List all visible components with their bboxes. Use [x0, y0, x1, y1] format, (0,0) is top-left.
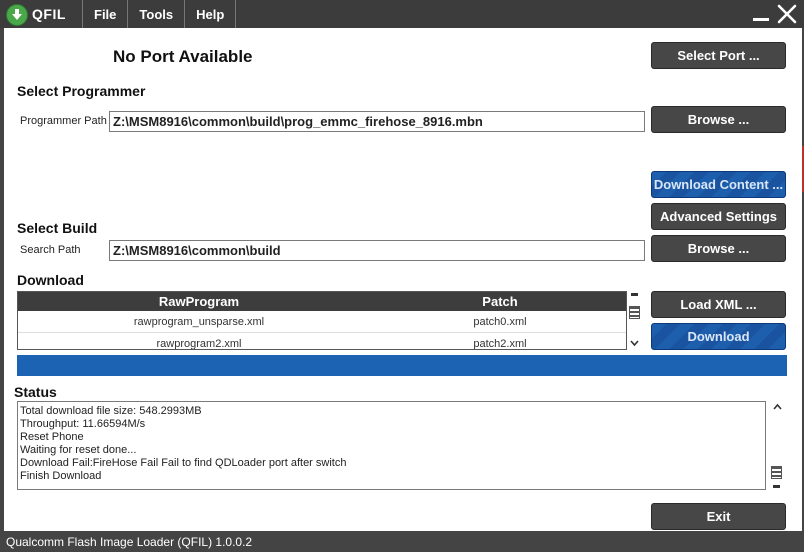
status-scroll-up-icon[interactable]: [773, 403, 782, 410]
programmer-path-label: Programmer Path: [20, 115, 107, 127]
download-button[interactable]: Download: [651, 323, 786, 350]
download-title: Download: [17, 272, 84, 288]
menu-tools[interactable]: Tools: [127, 0, 184, 28]
patch-cell: patch0.xml: [473, 316, 527, 328]
advanced-settings-button[interactable]: Advanced Settings: [651, 203, 786, 230]
menu-bar: File Tools Help: [82, 0, 237, 28]
search-path-input[interactable]: [109, 240, 645, 261]
column-header-patch: Patch: [482, 294, 518, 309]
table-header: RawProgram Patch: [18, 292, 626, 311]
qfil-download-arrow-icon: [6, 4, 28, 26]
search-path-label: Search Path: [20, 244, 81, 256]
download-table[interactable]: RawProgram Patch rawprogram_unsparse.xml…: [17, 291, 627, 350]
menu-file[interactable]: File: [82, 0, 127, 28]
load-xml-button[interactable]: Load XML ...: [651, 291, 786, 318]
status-scroll-down-icon[interactable]: [773, 485, 780, 488]
programmer-path-input[interactable]: [109, 111, 645, 132]
table-scroll-thumb-icon[interactable]: [629, 306, 640, 319]
close-icon[interactable]: [776, 3, 798, 25]
status-title: Status: [14, 384, 57, 400]
patch-cell: patch2.xml: [473, 338, 527, 350]
main-window: No Port Available Select Port ... Select…: [4, 28, 802, 531]
table-scroll-up-icon[interactable]: [631, 293, 638, 296]
minimize-icon[interactable]: [750, 3, 772, 25]
table-scroll-down-icon[interactable]: [630, 340, 639, 347]
status-line: Reset Phone: [20, 431, 84, 443]
build-browse-button[interactable]: Browse ...: [651, 235, 786, 262]
port-status-title: No Port Available: [113, 47, 253, 66]
status-bar: Qualcomm Flash Image Loader (QFIL) 1.0.0…: [0, 531, 804, 552]
status-line: Download Fail:FireHose Fail Fail to find…: [20, 457, 347, 469]
status-line: Throughput: 11.66594M/s: [20, 418, 146, 430]
download-content-button[interactable]: Download Content ...: [651, 171, 786, 198]
exit-button[interactable]: Exit: [651, 503, 786, 530]
select-programmer-title: Select Programmer: [17, 83, 146, 99]
column-header-rawprogram: RawProgram: [158, 294, 240, 309]
status-scroll-thumb-icon[interactable]: [771, 466, 782, 479]
progress-fill: [17, 355, 787, 376]
menu-help[interactable]: Help: [184, 0, 237, 28]
status-log[interactable]: Total download file size: 548.2993MB Thr…: [17, 401, 766, 490]
download-progress-bar: [17, 355, 787, 376]
rawprogram-cell: rawprogram_unsparse.xml: [133, 316, 265, 328]
table-row[interactable]: rawprogram_unsparse.xml patch0.xml: [18, 311, 626, 333]
status-line: Waiting for reset done...: [20, 444, 137, 456]
table-row[interactable]: rawprogram2.xml patch2.xml: [18, 333, 626, 350]
status-line: Finish Download: [20, 470, 102, 482]
title-bar: QFIL File Tools Help: [0, 0, 804, 28]
select-build-title: Select Build: [17, 220, 98, 236]
rawprogram-cell: rawprogram2.xml: [156, 338, 242, 350]
programmer-browse-button[interactable]: Browse ...: [651, 106, 786, 133]
select-port-button[interactable]: Select Port ...: [651, 42, 786, 69]
app-name: QFIL: [32, 6, 66, 22]
status-line: Total download file size: 548.2993MB: [20, 405, 202, 417]
